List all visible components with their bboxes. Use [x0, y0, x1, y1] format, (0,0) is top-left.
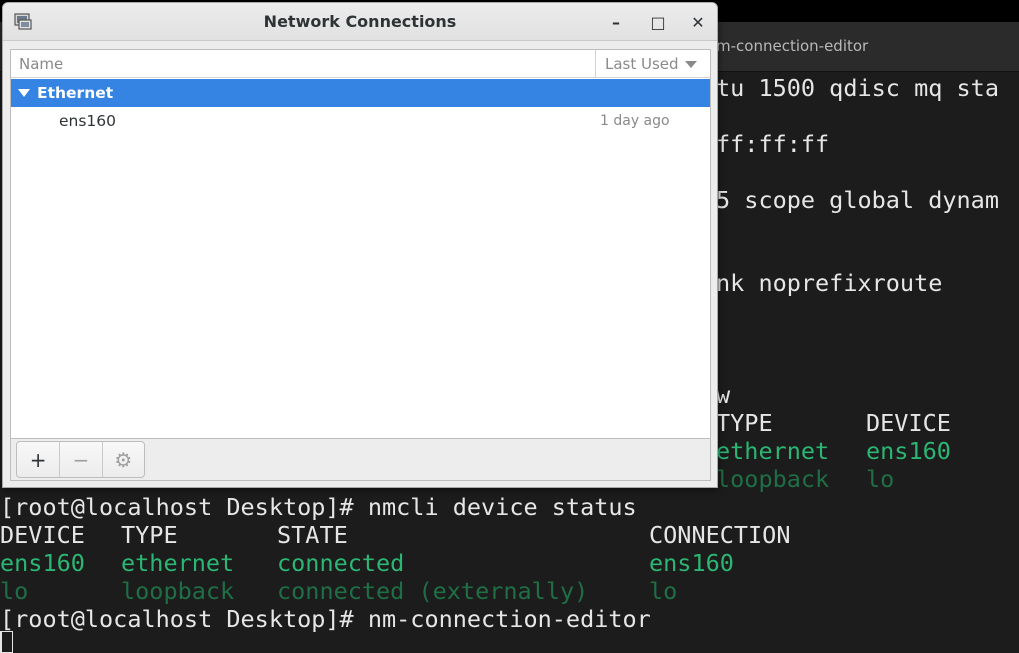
maximize-button[interactable]: □	[643, 7, 673, 37]
terminal-line: tu 1500 qdisc mq sta	[716, 74, 999, 102]
minimize-button[interactable]: –	[601, 7, 631, 37]
connections-toolbar: + − ⚙	[10, 439, 711, 481]
terminal-line: 5 scope global dynam	[716, 186, 999, 214]
terminal-cell-type: loopback	[121, 577, 235, 605]
terminal-cell-state: connected (externally)	[277, 577, 589, 605]
group-label: Ethernet	[37, 84, 114, 102]
remove-connection-button[interactable]: −	[59, 442, 101, 477]
list-header: Name Last Used	[11, 50, 710, 78]
column-header-name-label: Name	[19, 55, 64, 73]
terminal-command-line: [root@localhost Desktop]# nmcli device s…	[0, 493, 637, 521]
toolbar-button-group: + − ⚙	[16, 441, 145, 478]
connection-row-ens160[interactable]: ens160 1 day ago	[11, 107, 710, 135]
terminal-cell-device: ens160	[0, 549, 85, 577]
terminal-table-header-type: TYPE	[716, 409, 773, 437]
terminal-header-connection: CONNECTION	[649, 521, 791, 549]
sort-descending-icon	[684, 60, 697, 68]
connection-group-ethernet[interactable]: Ethernet	[11, 79, 710, 107]
terminal-cell-device: lo	[866, 465, 895, 493]
terminal-table-header-device: DEVICE	[866, 409, 951, 437]
terminal-line: nk noprefixroute	[716, 269, 943, 297]
terminal-cursor	[0, 631, 13, 653]
terminal-command-line: [root@localhost Desktop]# nm-connection-…	[0, 605, 651, 633]
terminal-cell-type: loopback	[716, 465, 830, 493]
terminal-cell-device: lo	[0, 577, 29, 605]
terminal-header-device: DEVICE	[0, 521, 85, 549]
expander-down-icon[interactable]	[18, 89, 30, 97]
connection-name: ens160	[59, 112, 117, 130]
terminal-title: m-connection-editor	[716, 37, 869, 55]
dialog-titlebar[interactable]: Network Connections – □ ✕	[3, 3, 717, 41]
network-connections-dialog[interactable]: Network Connections – □ ✕ Name Last Used…	[2, 2, 718, 488]
terminal-cell-type: ethernet	[716, 437, 830, 465]
terminal-cell-connection: ens160	[649, 549, 734, 577]
connection-last-used: 1 day ago	[600, 113, 670, 129]
terminal-line: ff:ff:ff	[716, 130, 830, 158]
column-header-last-used[interactable]: Last Used	[597, 50, 710, 78]
gear-icon[interactable]: ⚙	[101, 442, 144, 477]
add-connection-button[interactable]: +	[17, 442, 59, 477]
terminal-cell-type: ethernet	[121, 549, 235, 577]
terminal-cell-connection: lo	[649, 577, 678, 605]
terminal-header-type: TYPE	[121, 521, 178, 549]
terminal-line: w	[716, 381, 731, 409]
terminal-cell-state: connected	[277, 549, 405, 577]
terminal-cell-device: ens160	[866, 437, 951, 465]
terminal-header-state: STATE	[277, 521, 348, 549]
connections-list[interactable]: Name Last Used Ethernet ens160 1 day ago	[10, 49, 711, 439]
close-button[interactable]: ✕	[683, 7, 713, 37]
column-header-last-used-label: Last Used	[605, 55, 679, 73]
column-header-name[interactable]: Name	[11, 50, 596, 78]
